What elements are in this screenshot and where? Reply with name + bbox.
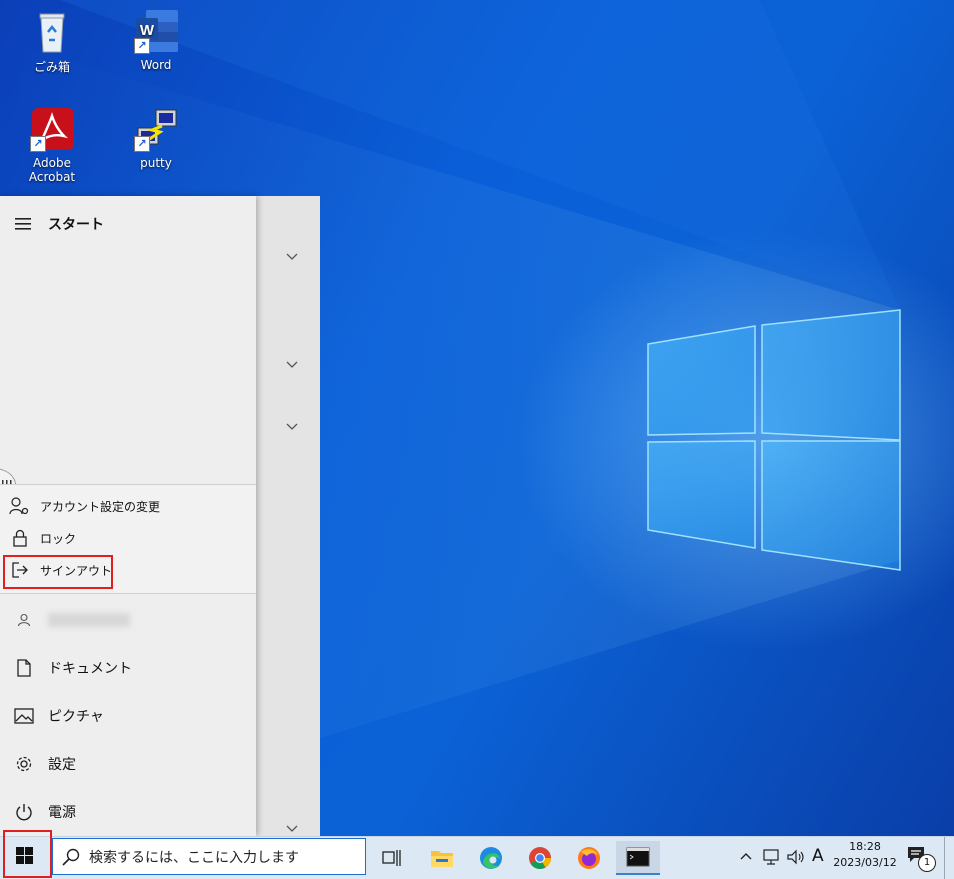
command-prompt-icon <box>626 847 650 867</box>
power-item[interactable]: 電源 <box>0 796 256 828</box>
search-placeholder: 検索するには、ここに入力します <box>89 849 299 866</box>
chrome-icon <box>529 847 551 869</box>
account-settings-label: アカウント設定の変更 <box>40 499 161 514</box>
pictures-item[interactable]: ピクチャ <box>0 700 256 732</box>
settings-item[interactable]: 設定 <box>0 748 256 780</box>
notification-badge: 1 <box>918 854 936 872</box>
gear-icon <box>16 756 32 772</box>
power-icon <box>16 804 32 821</box>
start-menu: スタート アカウント設定の変更 ロック サインアウト ドキュメント ピクチャ 設… <box>0 196 320 836</box>
desktop-icon-label: putty <box>140 156 172 170</box>
pictures-icon <box>14 708 34 724</box>
user-icon <box>17 613 31 627</box>
start-menu-header[interactable]: スタート <box>0 208 256 240</box>
desktop-icon-adobe-acrobat[interactable]: ↗ Adobe Acrobat <box>10 106 94 184</box>
desktop-icon-label: ごみ箱 <box>33 60 70 74</box>
lock-label: ロック <box>40 531 77 546</box>
start-menu-nav-pane: スタート アカウント設定の変更 ロック サインアウト ドキュメント ピクチャ 設… <box>0 196 256 836</box>
desktop-icon-label: Word <box>140 58 172 72</box>
firefox-button[interactable] <box>567 841 611 875</box>
shortcut-arrow-icon: ↗ <box>30 136 46 152</box>
account-settings-item[interactable]: アカウント設定の変更 <box>0 491 256 521</box>
taskbar: 検索するには、ここに入力します A 18:28 2023/03/12 1 <box>0 836 954 879</box>
clock-time: 18:28 <box>849 840 881 853</box>
edge-button[interactable] <box>469 841 513 875</box>
lock-icon <box>13 529 27 547</box>
lock-item[interactable]: ロック <box>0 523 256 553</box>
desktop-icon-recycle-bin[interactable]: ごみ箱 <box>10 8 94 75</box>
file-explorer-icon <box>431 851 453 867</box>
documents-item[interactable]: ドキュメント <box>0 652 256 684</box>
start-menu-tiles-area <box>256 196 320 836</box>
chrome-button[interactable] <box>518 841 562 875</box>
user-account-item[interactable] <box>0 604 256 636</box>
recycle-bin-icon <box>39 13 65 53</box>
desktop-icon-word[interactable]: W ↗ Word <box>114 8 198 72</box>
settings-label: 設定 <box>48 757 76 773</box>
show-desktop-divider[interactable] <box>944 837 945 879</box>
start-menu-title: スタート <box>48 217 104 233</box>
start-button-highlight-box <box>3 830 52 878</box>
task-view-icon <box>382 850 401 866</box>
action-center-button[interactable]: 1 <box>906 845 936 872</box>
desktop-icon-label: Adobe Acrobat <box>28 156 76 184</box>
chevron-up-icon[interactable] <box>738 849 754 865</box>
ime-indicator[interactable]: A <box>812 846 824 866</box>
taskbar-search-box[interactable]: 検索するには、ここに入力します <box>52 838 366 875</box>
clock[interactable]: 18:28 2023/03/12 <box>830 840 900 869</box>
svg-text:W: W <box>140 22 155 39</box>
pictures-label: ピクチャ <box>48 709 104 725</box>
edge-icon <box>480 847 502 869</box>
command-prompt-button[interactable] <box>616 841 660 875</box>
chevron-down-icon[interactable] <box>282 354 302 374</box>
network-icon[interactable] <box>762 848 780 866</box>
desktop-icon-putty[interactable]: ↗ putty <box>114 106 198 170</box>
search-icon <box>62 848 80 866</box>
chevron-down-icon[interactable] <box>282 416 302 436</box>
power-label: 電源 <box>48 805 76 821</box>
shortcut-arrow-icon: ↗ <box>134 38 150 54</box>
shortcut-arrow-icon: ↗ <box>134 136 150 152</box>
account-settings-icon <box>9 497 29 515</box>
clock-date: 2023/03/12 <box>833 856 897 869</box>
documents-label: ドキュメント <box>48 661 132 677</box>
user-name-redacted <box>48 613 130 627</box>
file-explorer-button[interactable] <box>420 841 464 875</box>
task-view-button[interactable] <box>370 841 414 875</box>
sign-out-highlight-box <box>3 555 113 589</box>
chevron-down-icon[interactable] <box>282 246 302 266</box>
document-icon <box>17 659 31 677</box>
firefox-icon <box>578 847 600 869</box>
volume-icon[interactable] <box>786 848 806 866</box>
hamburger-menu-icon[interactable] <box>15 217 33 231</box>
